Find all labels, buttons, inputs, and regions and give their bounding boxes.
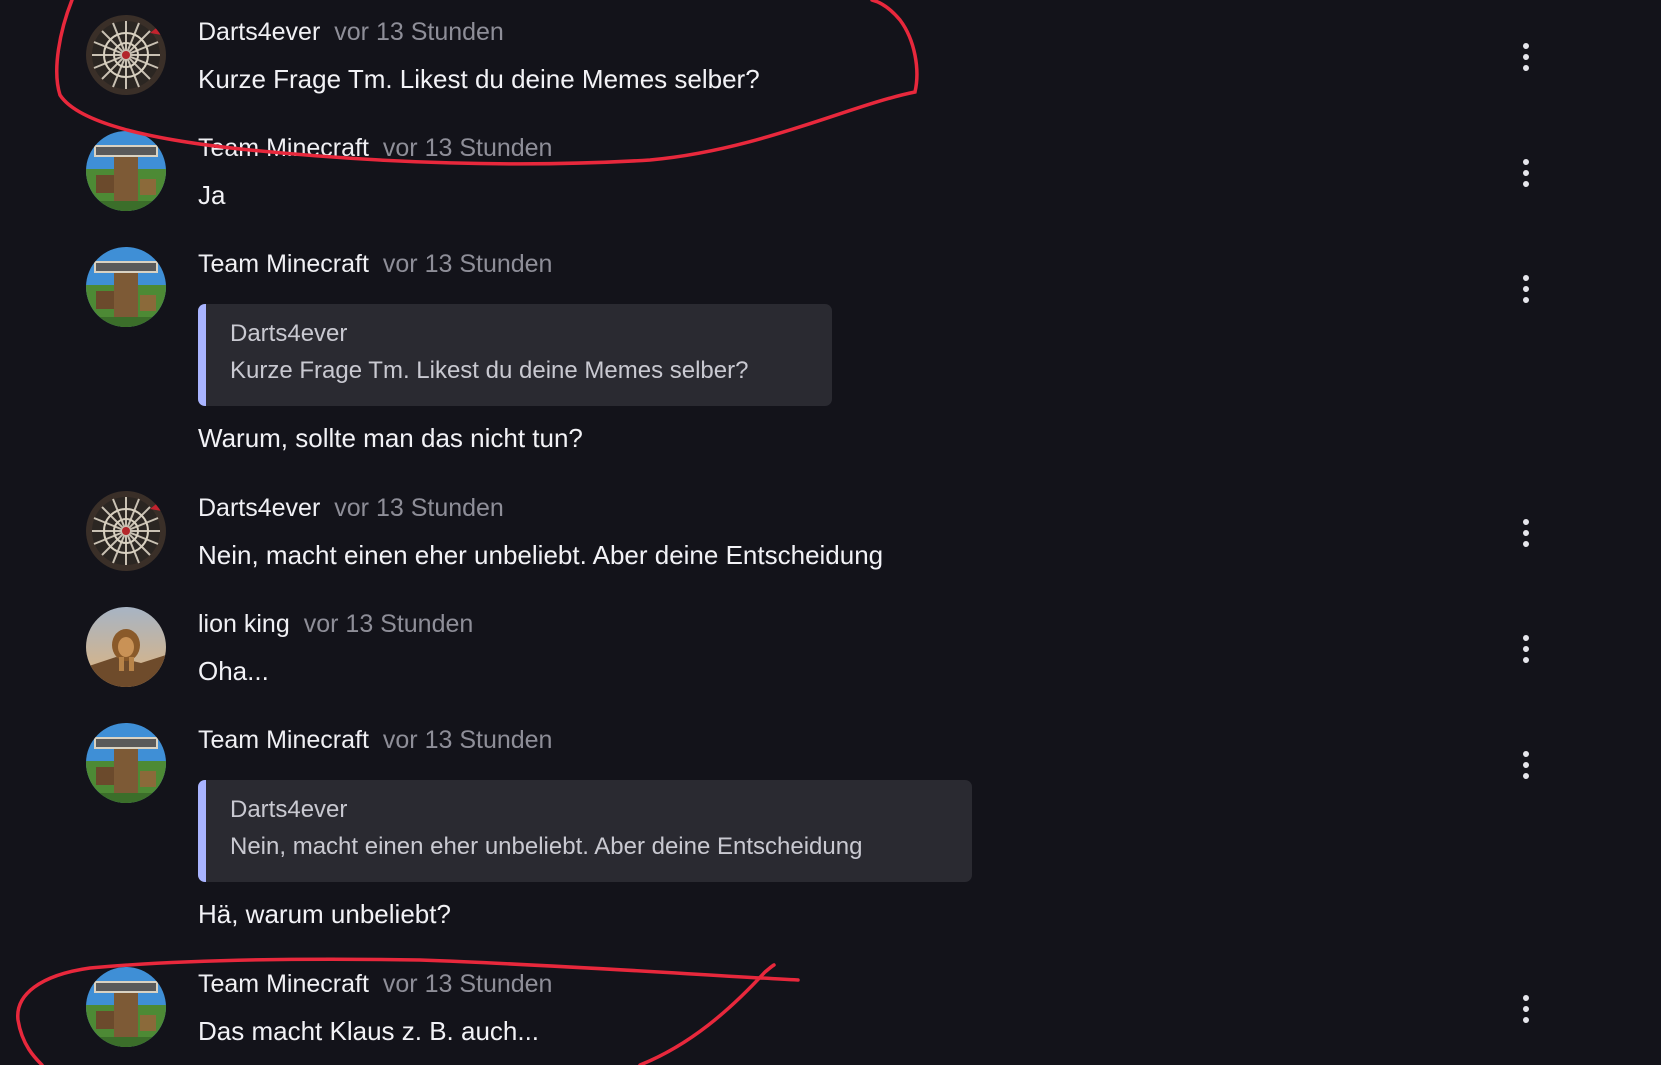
more-vertical-icon (1523, 751, 1529, 757)
message-header: Darts4ever vor 13 Stunden (198, 491, 504, 525)
avatar-dartboard[interactable] (86, 491, 166, 571)
message-text: Das macht Klaus z. B. auch... (198, 1016, 540, 1046)
avatar-lion[interactable] (86, 607, 166, 687)
message-feed: Darts4ever vor 13 Stunden Kurze Frage Tm.… (0, 0, 1661, 1065)
quote-author: Darts4ever (230, 320, 348, 347)
message-text: Nein, macht einen eher unbeliebt. Aber d… (198, 540, 884, 570)
quoted-message[interactable]: Darts4ever Kurze Frage Tm. Likest du dei… (198, 304, 832, 406)
message-header: lion king vor 13 Stunden (198, 607, 473, 641)
avatar-dartboard[interactable] (86, 15, 166, 95)
author-name[interactable]: lion king (198, 610, 290, 638)
avatar-minecraft[interactable] (86, 131, 166, 211)
quote-text: Nein, macht einen eher unbeliebt. Aber d… (230, 833, 863, 860)
message-text: Ja (198, 180, 226, 210)
timestamp: vor 13 Stunden (334, 494, 504, 522)
author-name[interactable]: Team Minecraft (198, 726, 369, 754)
author-name[interactable]: Team Minecraft (198, 970, 369, 998)
message-header: Team Minecraft vor 13 Stunden (198, 131, 552, 165)
more-vertical-icon (1523, 275, 1529, 281)
more-vertical-icon (1523, 159, 1529, 165)
timestamp: vor 13 Stunden (382, 970, 553, 998)
message-text: Oha... (198, 656, 269, 686)
quote-text: Kurze Frage Tm. Likest du deine Memes se… (230, 357, 749, 384)
message-header: Team Minecraft vor 13 Stunden (198, 247, 552, 281)
message-text: Hä, warum unbeliebt? (198, 899, 451, 929)
author-name[interactable]: Team Minecraft (198, 134, 369, 162)
message-text: Warum, sollte man das nicht tun? (198, 423, 583, 453)
more-options-button[interactable] (1515, 513, 1537, 553)
quote-author: Darts4ever (230, 796, 348, 823)
timestamp: vor 13 Stunden (303, 610, 474, 638)
more-options-button[interactable] (1515, 989, 1537, 1029)
message-text: Kurze Frage Tm. Likest du deine Memes se… (198, 64, 760, 94)
more-options-button[interactable] (1515, 153, 1537, 193)
more-vertical-icon (1523, 519, 1529, 525)
timestamp: vor 13 Stunden (382, 134, 553, 162)
message-header: Team Minecraft vor 13 Stunden (198, 967, 552, 1001)
more-options-button[interactable] (1515, 269, 1537, 309)
more-options-button[interactable] (1515, 37, 1537, 77)
avatar-minecraft[interactable] (86, 247, 166, 327)
more-vertical-icon (1523, 995, 1529, 1001)
quoted-message[interactable]: Darts4ever Nein, macht einen eher unbeli… (198, 780, 972, 882)
author-name[interactable]: Darts4ever (198, 18, 320, 46)
more-vertical-icon (1523, 43, 1529, 49)
timestamp: vor 13 Stunden (334, 18, 504, 46)
more-vertical-icon (1523, 635, 1529, 641)
more-options-button[interactable] (1515, 745, 1537, 785)
more-options-button[interactable] (1515, 629, 1537, 669)
avatar-minecraft[interactable] (86, 723, 166, 803)
avatar-minecraft[interactable] (86, 967, 166, 1047)
timestamp: vor 13 Stunden (382, 250, 553, 278)
author-name[interactable]: Darts4ever (198, 494, 320, 522)
timestamp: vor 13 Stunden (382, 726, 553, 754)
message-header: Darts4ever vor 13 Stunden (198, 15, 504, 49)
author-name[interactable]: Team Minecraft (198, 250, 369, 278)
message-header: Team Minecraft vor 13 Stunden (198, 723, 552, 757)
